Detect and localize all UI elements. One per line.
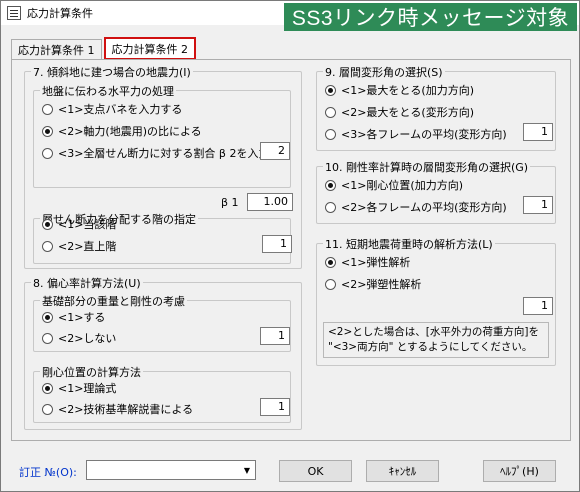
radio-circle [325, 278, 336, 290]
radio-label: <3>各フレームの平均(変形方向) [341, 128, 507, 141]
radio-label: <2>軸力(地震用)の比による [58, 125, 202, 138]
group-short-term-seismic-analysis: 11. 短期地震荷重時の解析方法(L) <1>弾性解析 <2>弾塑性解析 1 <… [316, 236, 556, 366]
radio-label: <1>当該階 [58, 218, 117, 231]
radio-center-of-rigidity[interactable]: <1>剛心位置(加力方向) [325, 177, 463, 193]
help-button[interactable]: ﾍﾙﾌﾟ(H) [483, 460, 556, 482]
story-drift-value-input[interactable]: 1 [523, 123, 553, 141]
radio-label: <1>支点バネを入力する [58, 103, 183, 116]
radio-theoretical-formula[interactable]: <1>理論式 [42, 380, 116, 396]
group-8-2-title: 剛心位置の計算方法 [40, 364, 143, 380]
radio-label: <2>最大をとる(変形方向) [341, 106, 475, 119]
radio-technical-standard[interactable]: <2>技術基準解説書による [42, 401, 193, 417]
radio-frame-average[interactable]: <3>各フレームの平均(変形方向) [325, 126, 507, 142]
radio-circle [42, 311, 53, 323]
radio-circle [42, 125, 53, 137]
group-story-drift-selection: 9. 層間変形角の選択(S) <1>最大をとる(加力方向) <2>最大をとる(変… [316, 64, 556, 151]
radio-current-floor[interactable]: <1>当該階 [42, 216, 116, 232]
radio-circle [325, 106, 336, 118]
radio-consider-yes[interactable]: <1>する [42, 309, 105, 325]
group-11-title: 11. 短期地震荷重時の解析方法(L) [323, 236, 495, 252]
window-title: 応力計算条件 [27, 7, 93, 20]
radio-label: <1>する [58, 311, 106, 324]
beta1-label: β 1 [221, 196, 239, 209]
group-foundation-weight-stiffness: 基礎部分の重量と剛性の考慮 <1>する <2>しない 1 [33, 293, 291, 352]
group-10-title: 10. 剛性率計算時の層間変形角の選択(G) [323, 159, 531, 175]
group-center-of-rigidity-method: 剛心位置の計算方法 <1>理論式 <2>技術基準解説書による 1 [33, 364, 291, 423]
tab-panel: 7. 傾斜地に建つ場合の地震力(I) 地盤に伝わる水平力の処理 <1>支点バネを… [11, 59, 571, 441]
radio-label: <2>弾塑性解析 [341, 278, 422, 291]
radio-consider-no[interactable]: <2>しない [42, 330, 116, 346]
group-eccentricity-method: 8. 偏心率計算方法(U) 基礎部分の重量と剛性の考慮 <1>する <2>しない… [24, 275, 302, 430]
ok-button[interactable]: OK [279, 460, 352, 482]
group-horizontal-force-handling: 地盤に伝わる水平力の処理 <1>支点バネを入力する <2>軸力(地震用)の比によ… [33, 83, 291, 188]
radio-beta2-ratio[interactable]: <3>全層せん断力に対する割合 β 2を入力 [42, 145, 269, 161]
group-7-title: 7. 傾斜地に建つ場合の地震力(I) [31, 64, 193, 80]
radio-circle [42, 403, 53, 415]
correction-number-label: 訂正 №(O): [19, 466, 77, 479]
radio-circle [325, 128, 336, 140]
radio-label: <1>剛心位置(加力方向) [341, 179, 464, 192]
radio-circle [42, 332, 53, 344]
shear-floor-value-input[interactable]: 1 [262, 235, 292, 253]
radio-label: <2>直上階 [58, 240, 117, 253]
analysis-value-input[interactable]: 1 [523, 297, 553, 315]
radio-label: <2>しない [58, 332, 117, 345]
radio-upper-floor[interactable]: <2>直上階 [42, 238, 116, 254]
cancel-button[interactable]: ｷｬﾝｾﾙ [366, 460, 439, 482]
group-9-title: 9. 層間変形角の選択(S) [323, 64, 445, 80]
radio-circle [42, 240, 53, 252]
radio-circle [325, 84, 336, 96]
radio-label: <1>弾性解析 [341, 256, 411, 269]
dialog-window: 応力計算条件 SS3リンク時メッセージ対象 応力計算条件 1 応力計算条件 2 … [0, 0, 580, 492]
group-8-title: 8. 偏心率計算方法(U) [31, 275, 143, 291]
radio-circle [42, 147, 53, 159]
chevron-down-icon[interactable]: ▼ [239, 461, 255, 479]
radio-label: <2>各フレームの平均(変形方向) [341, 201, 507, 214]
radio-label: <2>技術基準解説書による [58, 403, 194, 416]
beta2-input[interactable]: 2 [260, 142, 290, 160]
group-stiffness-ratio-drift: 10. 剛性率計算時の層間変形角の選択(G) <1>剛心位置(加力方向) <2>… [316, 159, 556, 224]
radio-circle [42, 382, 53, 394]
ss3-link-banner: SS3リンク時メッセージ対象 [284, 3, 577, 31]
radio-circle [42, 218, 53, 230]
radio-circle [325, 179, 336, 191]
correction-number-combo[interactable]: ▼ [86, 460, 256, 480]
foundation-value-input[interactable]: 1 [260, 327, 290, 345]
analysis-note: <2>とした場合は、[水平外力の荷重方向]を "<3>両方向" とするようにして… [323, 322, 549, 358]
radio-elastic-analysis[interactable]: <1>弾性解析 [325, 254, 410, 270]
radio-axial-force-ratio[interactable]: <2>軸力(地震用)の比による [42, 123, 202, 139]
rigidity-value-input[interactable]: 1 [260, 398, 290, 416]
radio-support-spring[interactable]: <1>支点バネを入力する [42, 101, 182, 117]
radio-frame-average-deform[interactable]: <2>各フレームの平均(変形方向) [325, 199, 507, 215]
radio-label: <1>理論式 [58, 382, 117, 395]
app-icon [7, 6, 21, 20]
tab-strip: 応力計算条件 1 応力計算条件 2 [11, 37, 196, 60]
group-7-1-title: 地盤に伝わる水平力の処理 [40, 83, 176, 99]
radio-label: <1>最大をとる(加力方向) [341, 84, 475, 97]
beta1-input[interactable]: 1.00 [247, 193, 293, 211]
radio-label: <3>全層せん断力に対する割合 β 2を入力 [58, 147, 270, 160]
tab-stress-conditions-1[interactable]: 応力計算条件 1 [11, 39, 102, 59]
tab-stress-conditions-2[interactable]: 応力計算条件 2 [103, 37, 196, 60]
radio-circle [42, 103, 53, 115]
radio-max-load-direction[interactable]: <1>最大をとる(加力方向) [325, 82, 474, 98]
stiffness-value-input[interactable]: 1 [523, 196, 553, 214]
radio-circle [325, 256, 336, 268]
radio-circle [325, 201, 336, 213]
group-8-1-title: 基礎部分の重量と剛性の考慮 [40, 293, 187, 309]
radio-max-deform-direction[interactable]: <2>最大をとる(変形方向) [325, 104, 474, 120]
radio-elastoplastic-analysis[interactable]: <2>弾塑性解析 [325, 276, 421, 292]
